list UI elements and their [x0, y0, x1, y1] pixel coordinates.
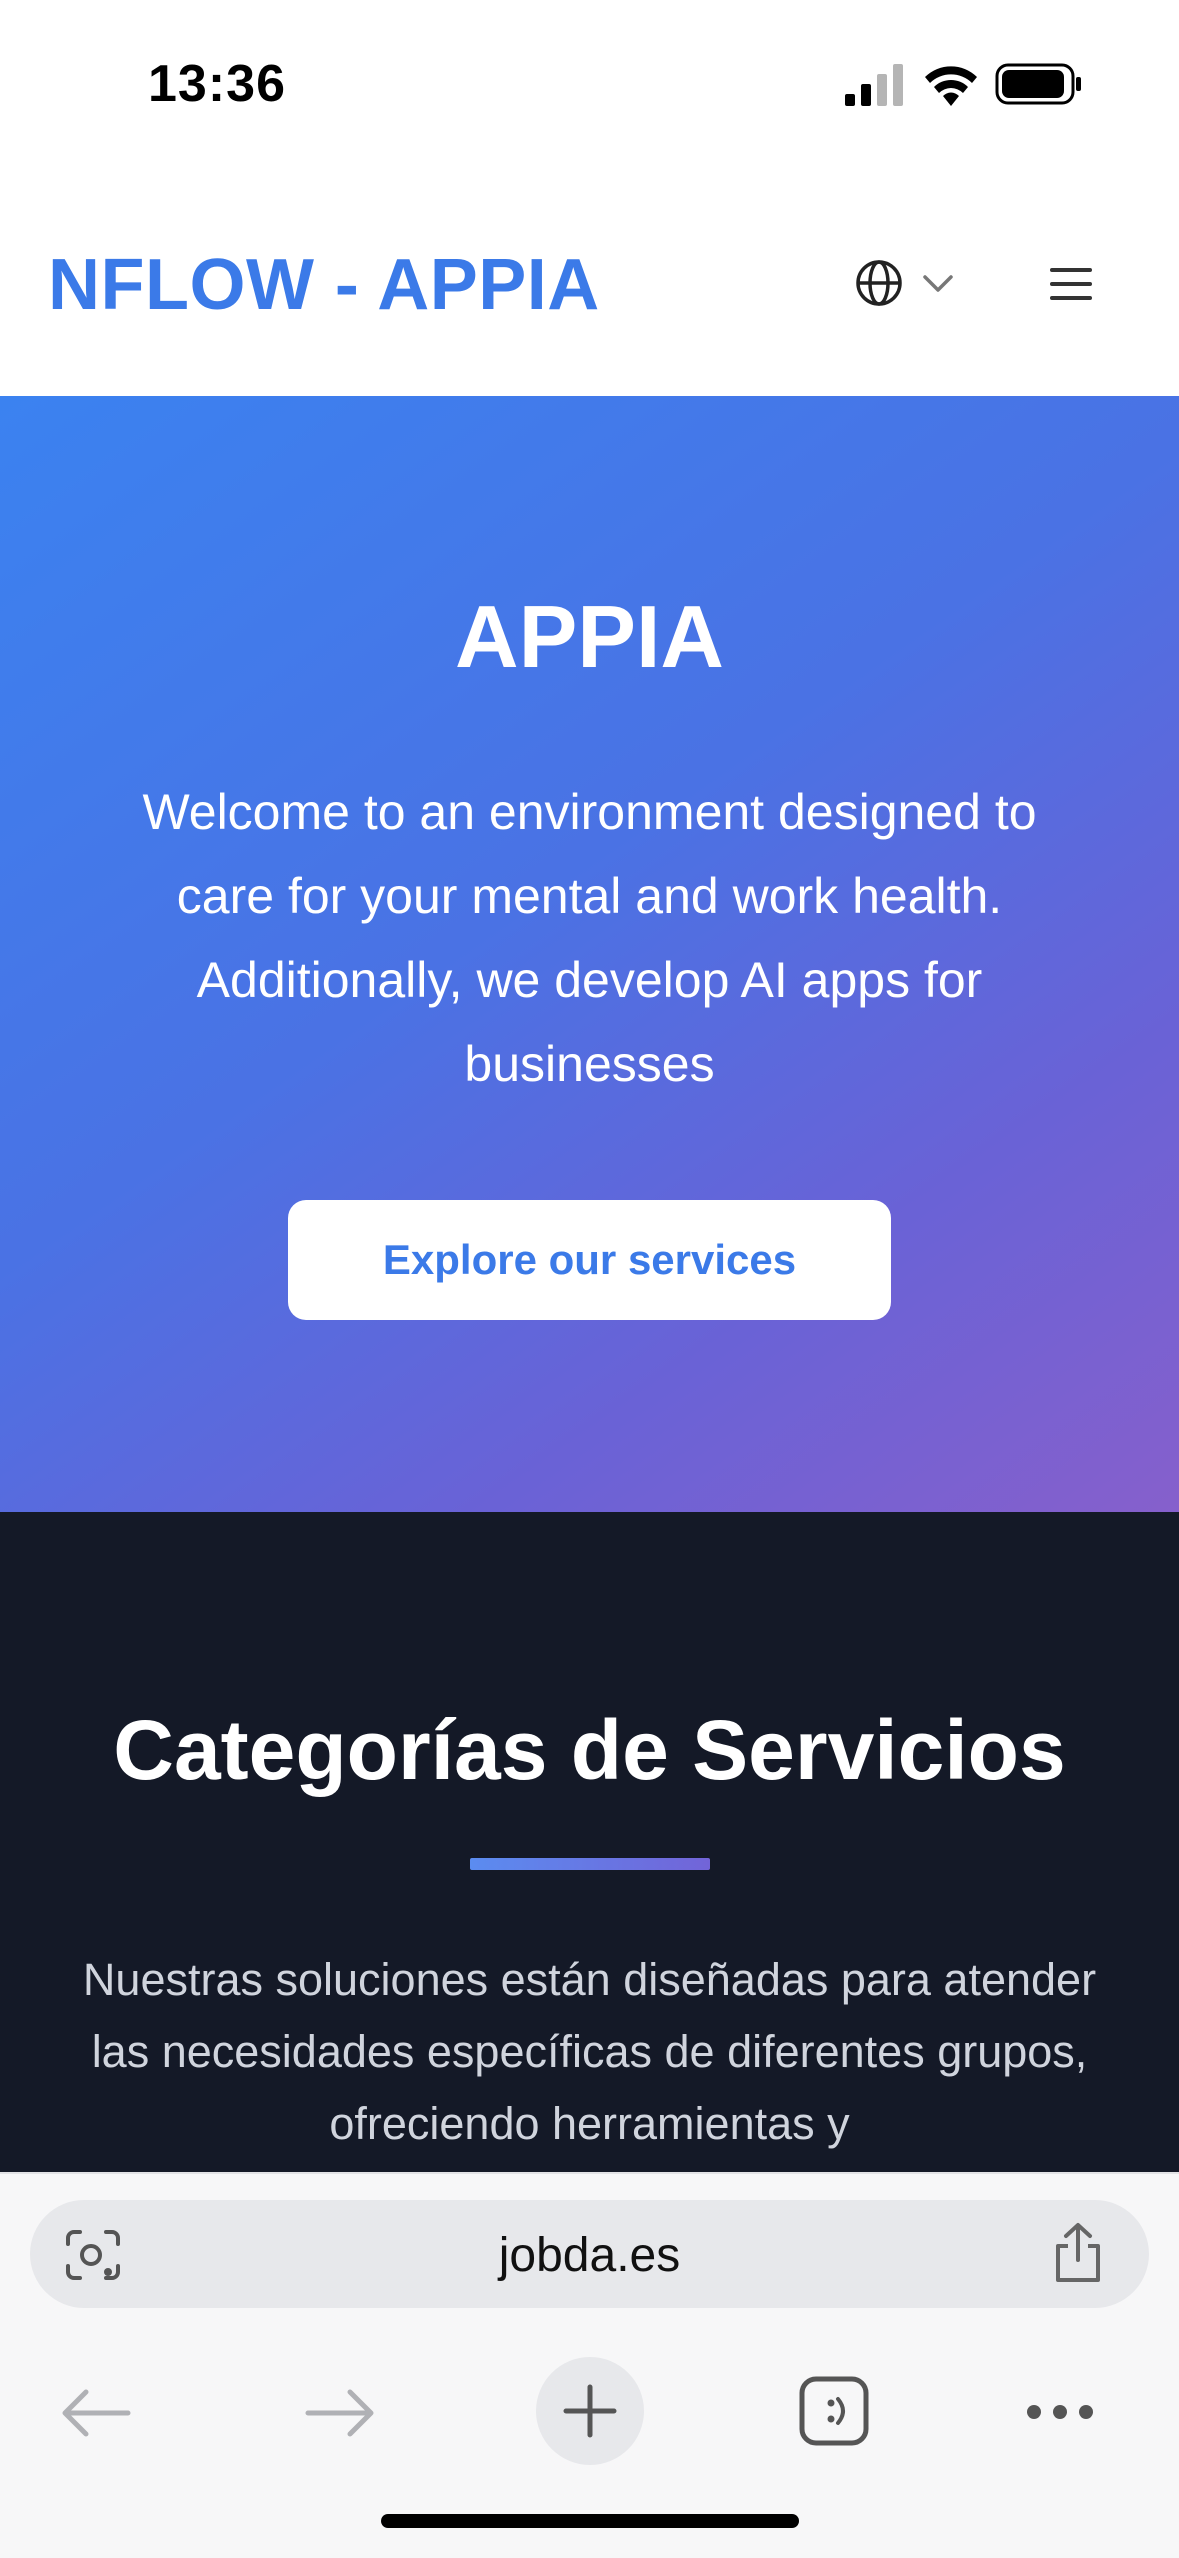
url-text: jobda.es — [498, 2229, 681, 2282]
hero-title: APPIA — [455, 587, 724, 686]
globe-icon — [856, 260, 902, 306]
battery-icon — [995, 63, 1081, 105]
status-time: 13:36 — [148, 55, 286, 113]
hamburger-menu-icon[interactable] — [1046, 262, 1096, 306]
new-tab-button[interactable] — [536, 2357, 644, 2465]
new-tab-plus-icon — [563, 2384, 617, 2438]
wifi-icon — [925, 66, 977, 106]
share-icon[interactable] — [1050, 2222, 1106, 2284]
chevron-down-icon — [923, 275, 953, 292]
language-switcher[interactable] — [850, 254, 960, 314]
title-divider — [470, 1858, 710, 1870]
services-title: Categorías de Servicios — [113, 1703, 1066, 1797]
browser-toolbar: jobda.es — [0, 2172, 1179, 2558]
site-header: NFLOW - APPIA — [0, 170, 1179, 398]
more-options-icon[interactable] — [1024, 2400, 1096, 2424]
address-bar[interactable]: jobda.es — [30, 2200, 1149, 2308]
services-description: Nuestras soluciones están diseñadas para… — [82, 1954, 1097, 2149]
tabs-switcher-icon[interactable] — [798, 2375, 870, 2447]
cellular-signal-icon — [845, 64, 903, 106]
back-arrow-icon[interactable] — [60, 2388, 132, 2438]
hero-section: APPIA Welcome to an environment designed… — [0, 396, 1179, 1512]
home-indicator — [381, 2514, 799, 2528]
hero-description: Welcome to an environment designed to ca… — [142, 784, 1037, 1092]
brand-logo[interactable]: NFLOW - APPIA — [48, 244, 600, 326]
forward-arrow-icon[interactable] — [304, 2388, 376, 2438]
services-section: Categorías de Servicios Nuestras solucio… — [0, 1512, 1179, 2172]
status-bar: 13:36 — [0, 0, 1179, 170]
explore-services-button[interactable]: Explore our services — [288, 1200, 891, 1320]
